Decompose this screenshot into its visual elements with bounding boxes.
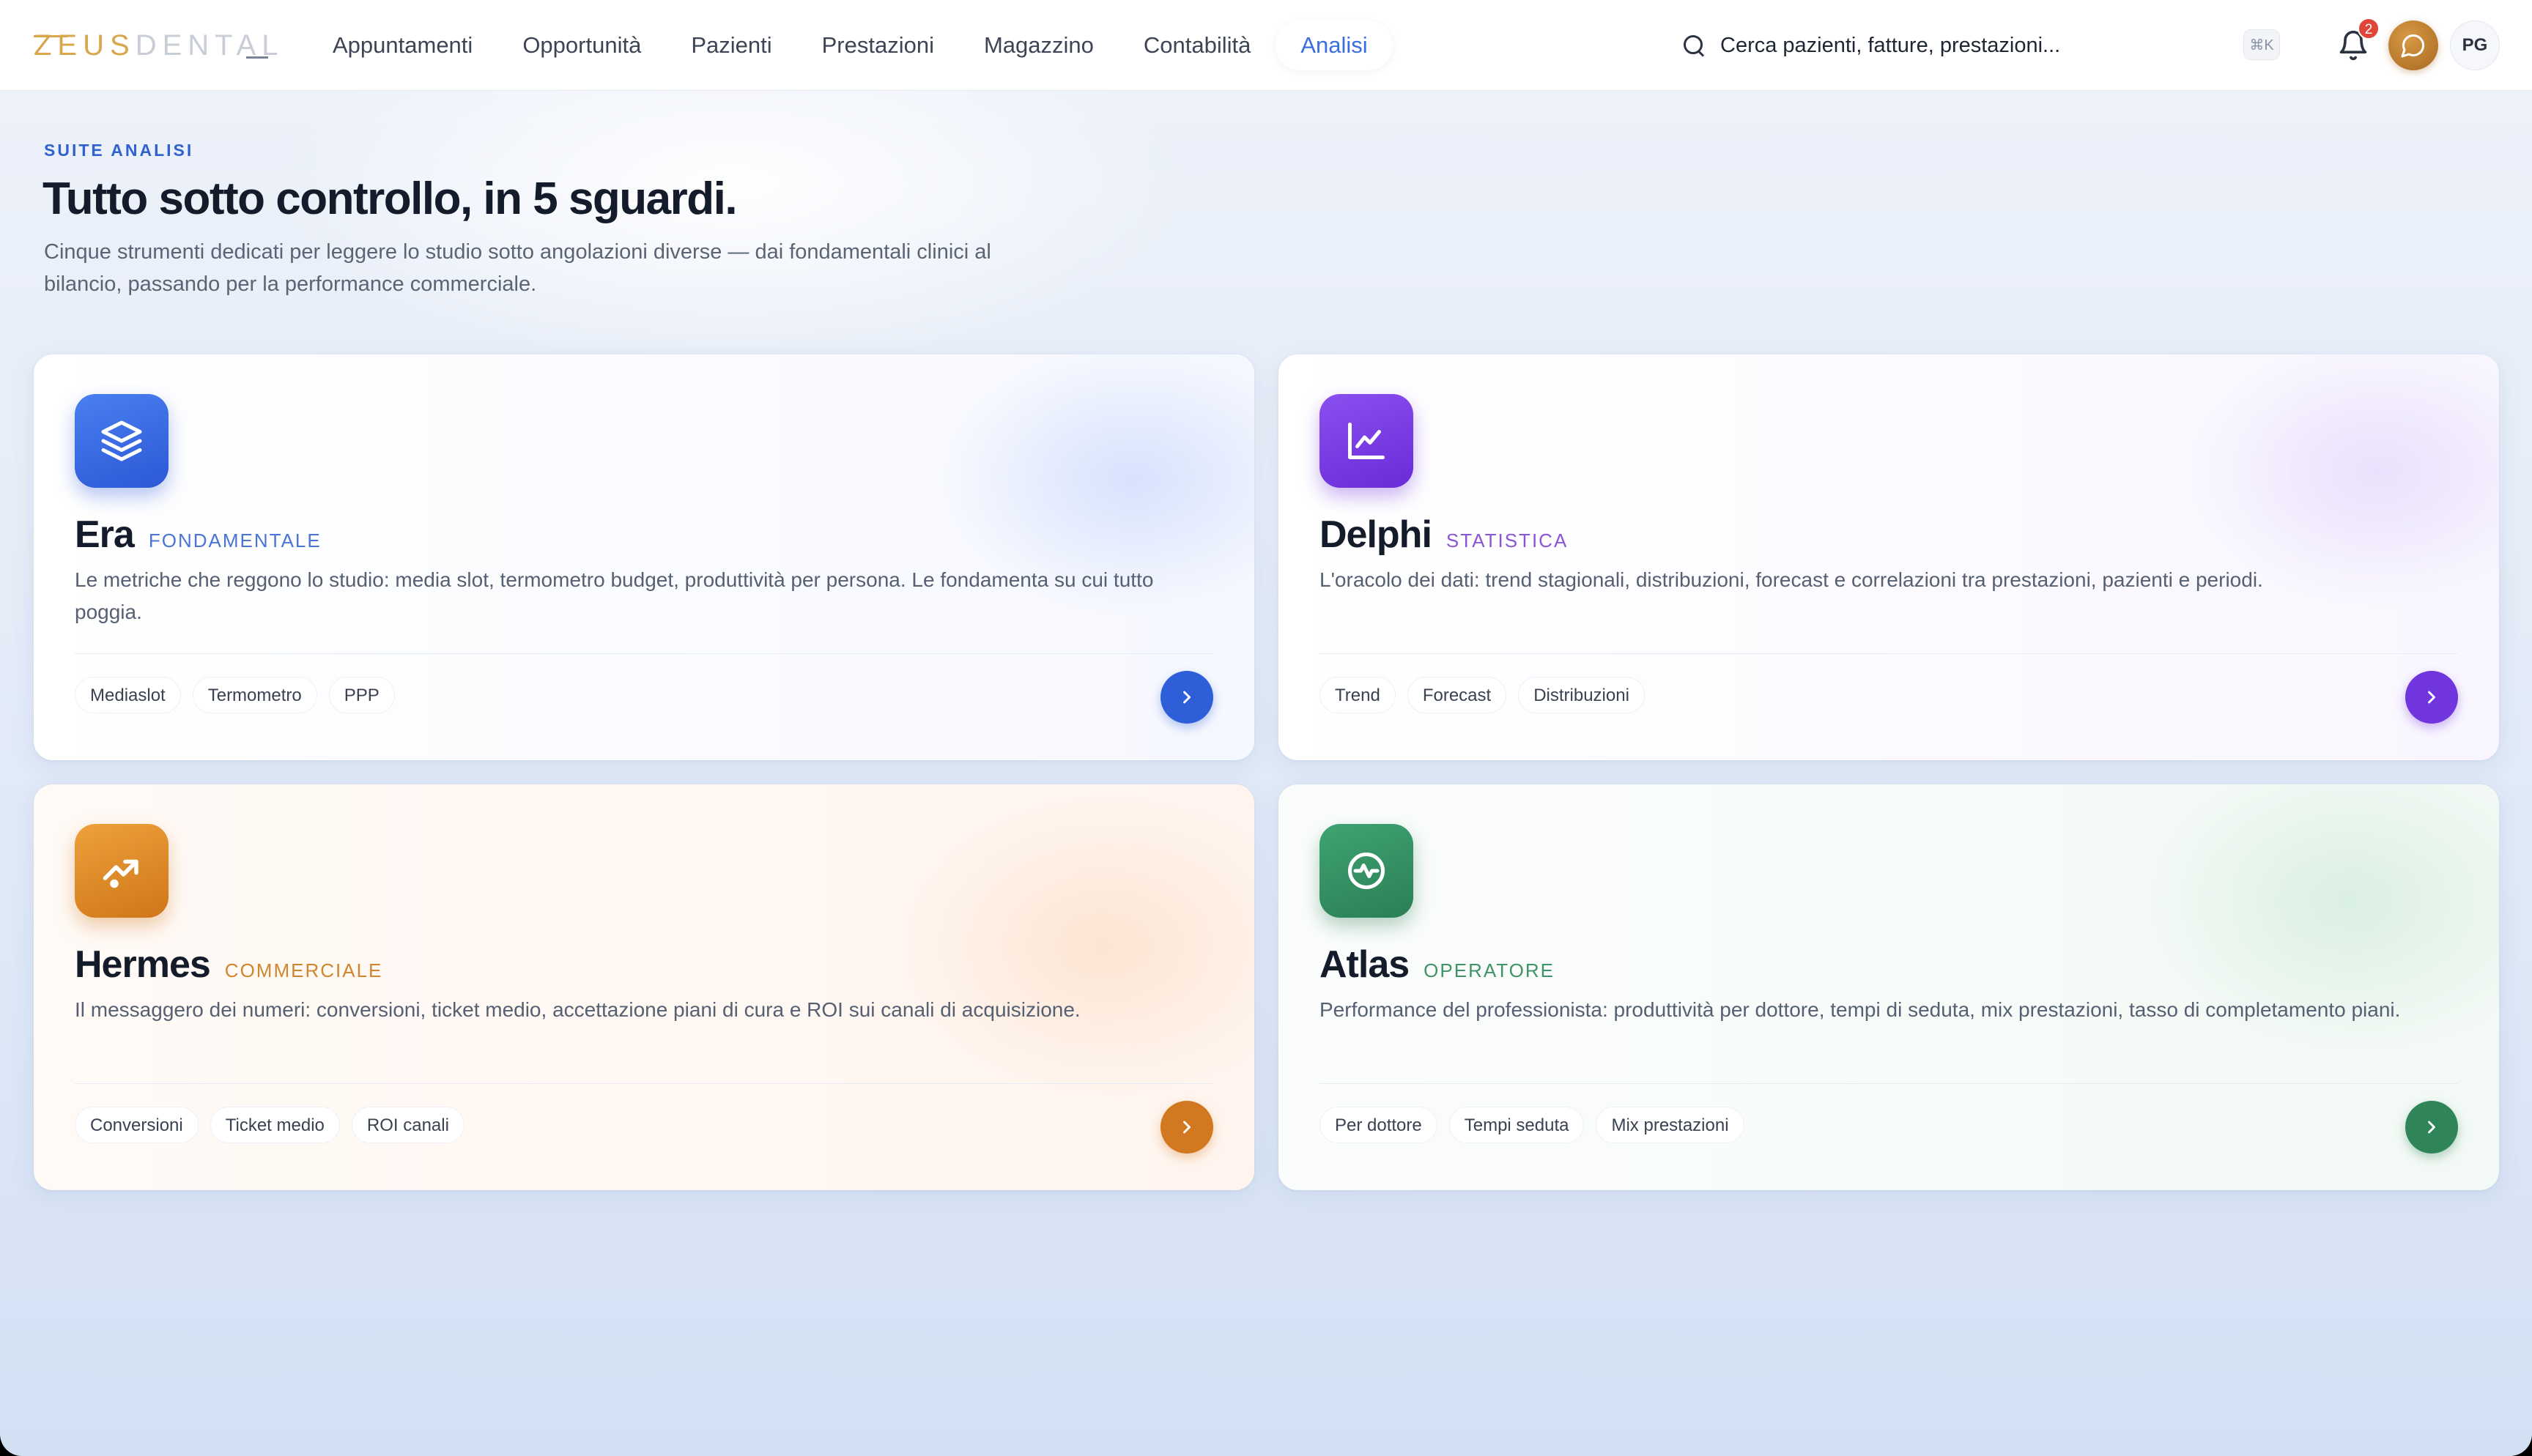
nav-item-pazienti[interactable]: Pazienti (666, 21, 796, 70)
open-hermes-button[interactable] (1160, 1101, 1213, 1154)
chevron-right-icon (2428, 1121, 2435, 1134)
top-bar: ZEUSDENTAL Appuntamenti Opportunità Pazi… (0, 0, 2532, 91)
card-category-tag: STATISTICA (1445, 530, 1569, 551)
chip-forecast[interactable]: Forecast (1407, 677, 1507, 713)
chip-per-dottore[interactable]: Per dottore (1319, 1107, 1437, 1143)
app-window: ZEUSDENTAL Appuntamenti Opportunità Pazi… (0, 0, 2532, 1456)
chip-distribuzioni[interactable]: Distribuzioni (1518, 677, 1645, 713)
chip-ppp[interactable]: PPP (328, 677, 395, 713)
activity-icon (1319, 824, 1413, 918)
card-title: Delphi (1319, 513, 1432, 556)
module-card-delphi[interactable]: Delphi STATISTICA L'oracolo dei dati: tr… (1278, 354, 2499, 760)
card-divider (1319, 1083, 2458, 1084)
chevron-right-icon (2428, 691, 2435, 704)
notification-count-badge: 2 (2358, 18, 2380, 40)
chip-trend[interactable]: Trend (1319, 677, 1396, 713)
card-heading: Delphi STATISTICA (1319, 513, 1568, 557)
nav-item-magazzino[interactable]: Magazzino (959, 21, 1119, 70)
layers-icon (75, 394, 169, 488)
section-eyebrow: SUITE ANALISI (44, 141, 194, 160)
trending-up-icon (75, 824, 169, 918)
card-category-tag: COMMERCIALE (224, 959, 383, 981)
nav-item-opportunita[interactable]: Opportunità (497, 21, 666, 70)
nav-item-analisi[interactable]: Analisi (1276, 21, 1393, 70)
chat-bubble-icon (2401, 34, 2425, 58)
global-search[interactable] (1679, 22, 2295, 69)
card-title: Era (75, 513, 135, 556)
card-description: Performance del professionista: produtti… (1319, 998, 2401, 1021)
card-divider (1319, 653, 2458, 654)
chip-ticket-medio[interactable]: Ticket medio (210, 1107, 340, 1143)
open-era-button[interactable] (1160, 671, 1213, 724)
chevron-right-icon (1183, 691, 1191, 704)
chip-conversioni[interactable]: Conversioni (75, 1107, 199, 1143)
card-category-tag: FONDAMENTALE (148, 530, 322, 551)
card-chips: Conversioni Ticket medio ROI canali (75, 1107, 464, 1143)
chip-termometro[interactable]: Termometro (192, 677, 317, 713)
search-icon (1679, 31, 1709, 60)
card-title: Atlas (1319, 943, 1410, 986)
card-chips: Mediaslot Termometro PPP (75, 677, 395, 713)
chip-mix-prestazioni[interactable]: Mix prestazioni (1596, 1107, 1744, 1143)
card-chips: Per dottore Tempi seduta Mix prestazioni (1319, 1107, 1744, 1143)
nav-item-appuntamenti[interactable]: Appuntamenti (308, 21, 497, 70)
brand-logo[interactable]: ZEUSDENTAL (34, 28, 278, 63)
card-heading: Hermes COMMERCIALE (75, 943, 382, 987)
logo-accent-line (34, 35, 67, 37)
card-description: L'oracolo dei dati: trend stagionali, di… (1319, 568, 2263, 591)
module-card-hermes[interactable]: Hermes COMMERCIALE Il messaggero dei num… (34, 784, 1254, 1190)
page-subtitle: Cinque strumenti dedicati per leggere lo… (44, 240, 991, 296)
search-input[interactable] (1720, 33, 2189, 58)
open-atlas-button[interactable] (2405, 1101, 2458, 1154)
card-heading: Era FONDAMENTALE (75, 513, 322, 557)
module-card-era[interactable]: Era FONDAMENTALE Le metriche che reggono… (34, 354, 1254, 760)
card-description: Le metriche che reggono lo studio: media… (75, 568, 1154, 623)
main-nav: Appuntamenti Opportunità Pazienti Presta… (308, 21, 1393, 70)
card-heading: Atlas OPERATORE (1319, 943, 1555, 987)
card-category-tag: OPERATORE (1424, 959, 1555, 981)
chevron-right-icon (1183, 1121, 1191, 1134)
assistant-chat-button[interactable] (2388, 21, 2438, 70)
line-chart-icon (1319, 394, 1413, 488)
user-avatar[interactable]: PG (2450, 21, 2500, 70)
nav-item-contabilita[interactable]: Contabilità (1119, 21, 1276, 70)
nav-item-prestazioni[interactable]: Prestazioni (797, 21, 959, 70)
chip-mediaslot[interactable]: Mediaslot (75, 677, 181, 713)
search-shortcut-hint: ⌘K (2243, 29, 2280, 60)
chip-tempi-seduta[interactable]: Tempi seduta (1448, 1107, 1585, 1143)
card-chips: Trend Forecast Distribuzioni (1319, 677, 1645, 713)
card-title: Hermes (75, 943, 211, 986)
module-card-atlas[interactable]: Atlas OPERATORE Performance del professi… (1278, 784, 2499, 1190)
chip-roi-canali[interactable]: ROI canali (351, 1107, 464, 1143)
card-divider (75, 653, 1213, 654)
page-title: Tutto sotto controllo, in 5 sguardi. (42, 174, 738, 224)
card-description: Il messaggero dei numeri: conversioni, t… (75, 998, 1081, 1021)
logo-accent-line-right (246, 56, 268, 59)
card-divider (75, 1083, 1213, 1084)
open-delphi-button[interactable] (2405, 671, 2458, 724)
